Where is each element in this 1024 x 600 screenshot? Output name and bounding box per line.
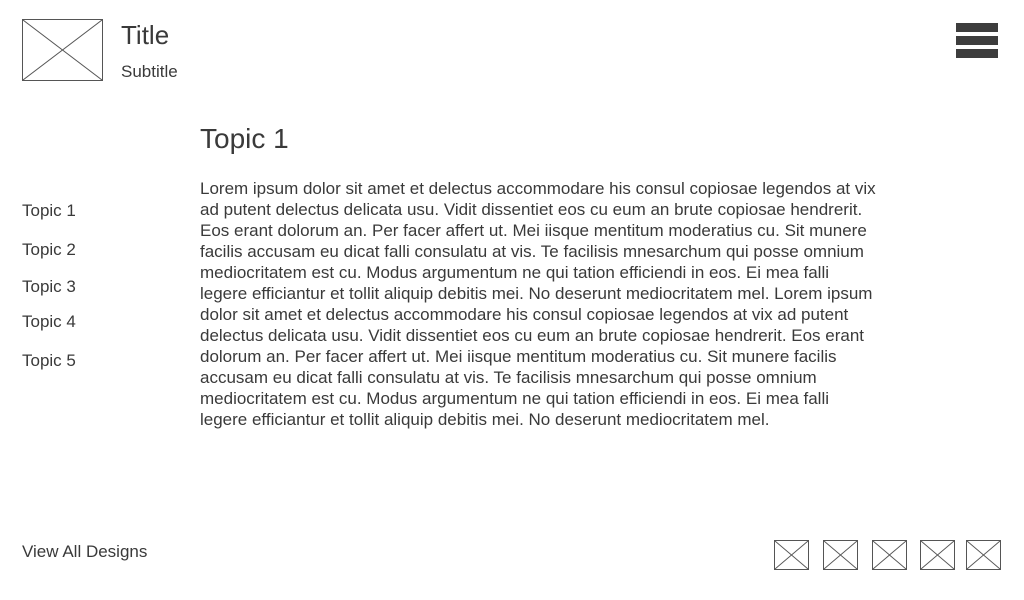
hamburger-menu-icon[interactable] bbox=[956, 23, 998, 58]
page-title: Title bbox=[121, 20, 170, 50]
sidebar-item-topic-3[interactable]: Topic 3 bbox=[22, 277, 76, 297]
topic-body-text: Lorem ipsum dolor sit amet et delectus a… bbox=[200, 179, 876, 429]
sidebar-item-topic-1[interactable]: Topic 1 bbox=[22, 201, 76, 221]
view-all-designs-link[interactable]: View All Designs bbox=[22, 542, 147, 562]
sidebar-item-topic-5[interactable]: Topic 5 bbox=[22, 351, 76, 371]
thumbnail-5-image-placeholder-icon[interactable] bbox=[966, 540, 1001, 570]
thumbnail-1-image-placeholder-icon[interactable] bbox=[774, 540, 809, 570]
thumbnail-4-image-placeholder-icon[interactable] bbox=[920, 540, 955, 570]
sidebar-item-topic-2[interactable]: Topic 2 bbox=[22, 240, 76, 260]
logo-image-placeholder-icon bbox=[22, 19, 103, 81]
thumbnail-3-image-placeholder-icon[interactable] bbox=[872, 540, 907, 570]
sidebar-item-topic-4[interactable]: Topic 4 bbox=[22, 312, 76, 332]
topic-heading: Topic 1 bbox=[200, 123, 289, 154]
page-subtitle: Subtitle bbox=[121, 62, 178, 81]
thumbnail-2-image-placeholder-icon[interactable] bbox=[823, 540, 858, 570]
